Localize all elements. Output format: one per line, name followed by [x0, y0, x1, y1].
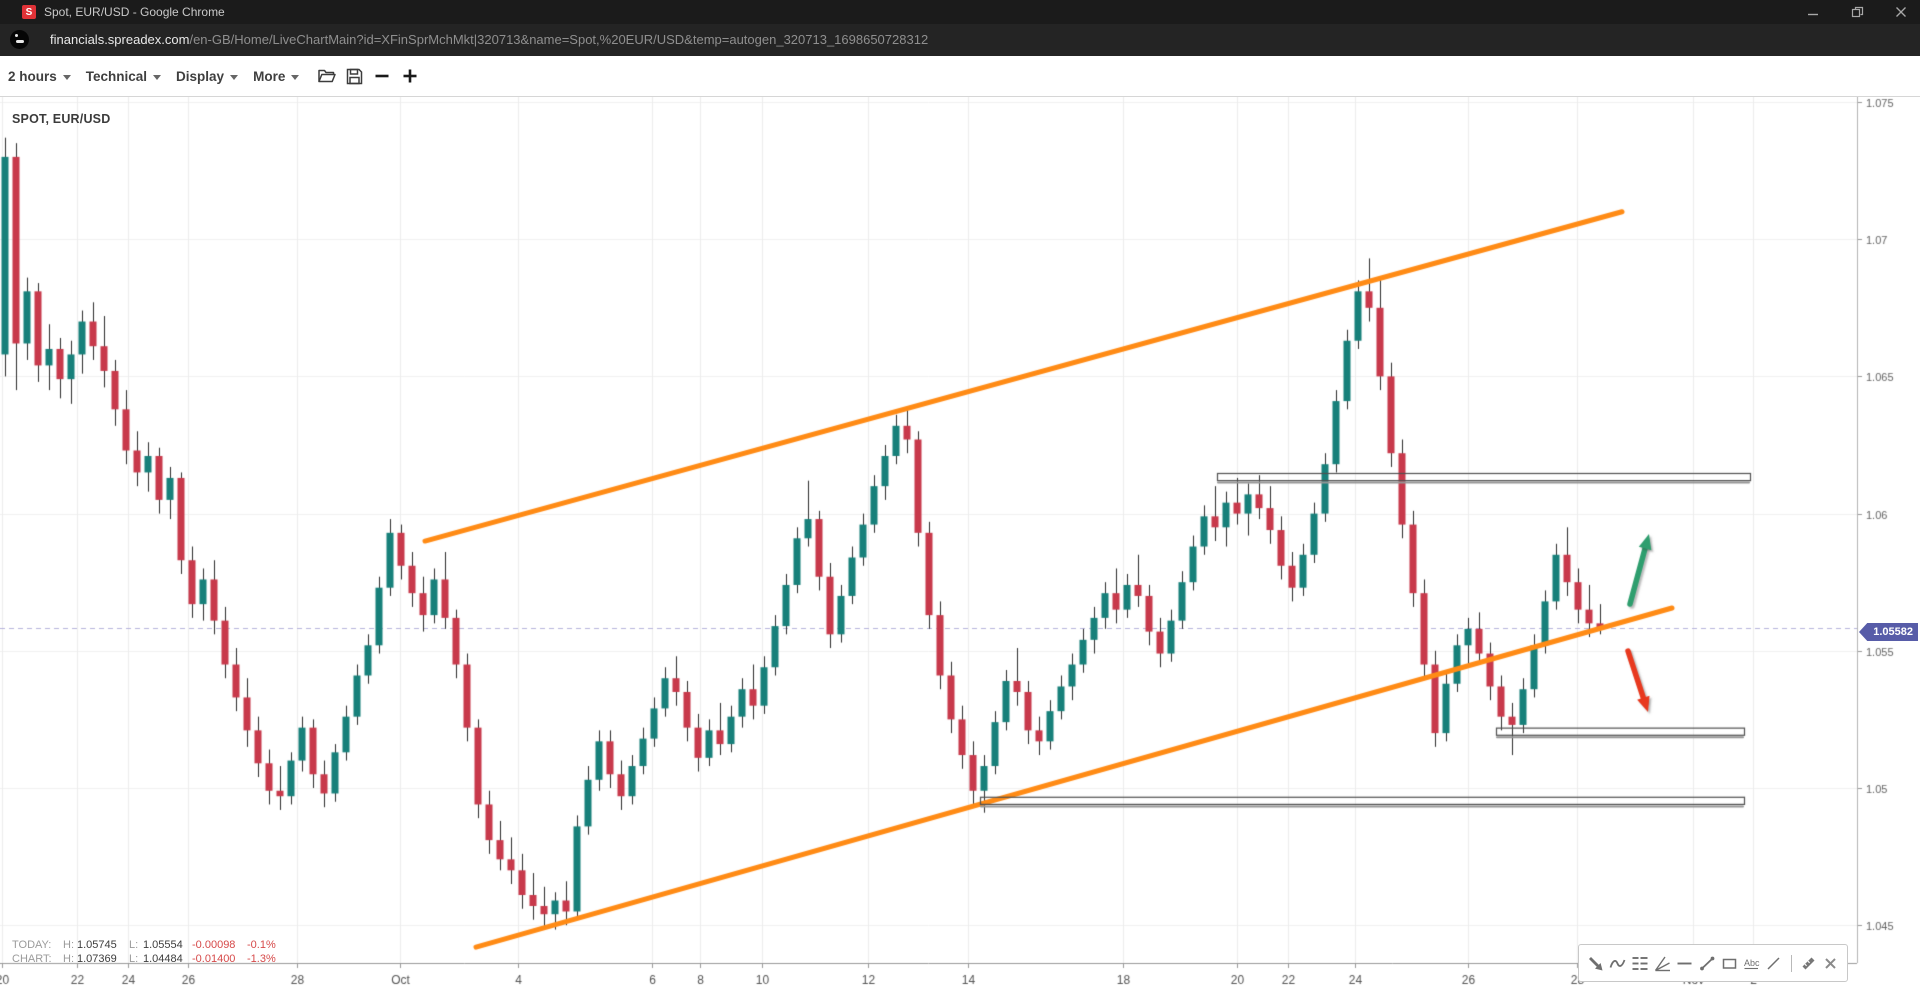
today-stats-row: TODAY: H: 1.05745 L: 1.05554 -0.00098 -0…: [0, 939, 320, 953]
current-price-badge: 1.05582: [1859, 623, 1918, 641]
symbol-label: SPOT, EUR/USD: [12, 112, 110, 126]
chart-high: 1.07369: [77, 953, 117, 965]
ruler-tool-button[interactable]: [1798, 951, 1817, 975]
curve-icon: [1609, 955, 1626, 972]
rectangle-icon: [1721, 955, 1738, 972]
minimize-button[interactable]: [1806, 5, 1820, 19]
today-label: TODAY:: [12, 939, 51, 951]
trend-line-icon: [1699, 955, 1716, 972]
diagonal-line-icon: [1765, 955, 1782, 972]
svg-text:Abc: Abc: [1744, 958, 1760, 968]
chart-stats-row: CHART: H: 1.07369 L: 1.04484 -0.01400 -1…: [0, 953, 320, 967]
url-domain: financials.spreadex.com: [50, 32, 189, 47]
interval-dropdown-label: 2 hours: [8, 69, 57, 84]
toolbar-separator: [1791, 955, 1792, 972]
fibonacci-tool-button[interactable]: [1631, 951, 1650, 975]
pointer-tool-button[interactable]: [1586, 951, 1605, 975]
display-dropdown[interactable]: Display: [176, 56, 238, 96]
window-title: Spot, EUR/USD - Google Chrome: [44, 5, 225, 19]
chart-change: -0.01400: [192, 953, 235, 965]
chart-toolbar: 2 hours Technical Display More: [0, 56, 1920, 97]
chart-low: 1.04484: [143, 953, 183, 965]
today-high: 1.05745: [77, 939, 117, 951]
url-path: /en-GB/Home/LiveChartMain?id=XFinSprMchM…: [189, 32, 928, 47]
ruler-icon: [1800, 955, 1817, 972]
display-dropdown-label: Display: [176, 69, 224, 84]
chart-label: CHART:: [12, 953, 52, 965]
chevron-down-icon: [230, 75, 238, 80]
app-icon: S: [22, 5, 36, 19]
chevron-down-icon: [63, 75, 71, 80]
curve-tool-button[interactable]: [1608, 951, 1627, 975]
fibonacci-grid-icon: [1631, 955, 1649, 972]
today-low: 1.05554: [143, 939, 183, 951]
diagonal-line-tool-button[interactable]: [1764, 951, 1783, 975]
open-folder-icon: [317, 68, 336, 85]
delete-drawing-button[interactable]: [1821, 951, 1840, 975]
text-icon: Abc: [1743, 955, 1761, 972]
close-icon: [1895, 6, 1907, 18]
chart-change-pct: -1.3%: [247, 953, 276, 965]
plus-icon: [402, 68, 418, 84]
today-change: -0.00098: [192, 939, 235, 951]
more-dropdown[interactable]: More: [253, 56, 299, 96]
trend-line-tool-button[interactable]: [1697, 951, 1716, 975]
pointer-icon: [1587, 955, 1604, 972]
horizontal-line-icon: [1676, 955, 1693, 972]
fan-lines-icon: [1654, 955, 1671, 972]
interval-dropdown[interactable]: 2 hours: [8, 56, 71, 96]
url-input[interactable]: financials.spreadex.com/en-GB/Home/LiveC…: [50, 32, 928, 47]
more-dropdown-label: More: [253, 69, 285, 84]
today-change-pct: -0.1%: [247, 939, 276, 951]
zoom-out-button[interactable]: [370, 62, 394, 90]
high-label: H:: [63, 953, 74, 965]
price-stats: TODAY: H: 1.05745 L: 1.05554 -0.00098 -0…: [0, 939, 320, 967]
chevron-down-icon: [153, 75, 161, 80]
window-titlebar: S Spot, EUR/USD - Google Chrome: [0, 0, 1920, 24]
restore-icon: [1851, 6, 1864, 19]
save-chart-button[interactable]: [342, 62, 366, 90]
address-bar: financials.spreadex.com/en-GB/Home/LiveC…: [0, 24, 1920, 56]
site-favicon-icon: [10, 30, 29, 49]
minimize-icon: [1807, 6, 1819, 18]
low-label: L:: [129, 953, 138, 965]
restore-button[interactable]: [1850, 5, 1864, 19]
technical-dropdown-label: Technical: [86, 69, 147, 84]
rectangle-tool-button[interactable]: [1720, 951, 1739, 975]
low-label: L:: [129, 939, 138, 951]
fan-lines-tool-button[interactable]: [1653, 951, 1672, 975]
zoom-in-button[interactable]: [398, 62, 422, 90]
open-chart-button[interactable]: [314, 62, 338, 90]
price-chart-canvas[interactable]: [0, 97, 1920, 1003]
close-x-ic0n: [1823, 956, 1838, 971]
close-button[interactable]: [1894, 5, 1908, 19]
high-label: H:: [63, 939, 74, 951]
text-tool-button[interactable]: Abc: [1742, 951, 1761, 975]
technical-dropdown[interactable]: Technical: [86, 56, 161, 96]
drawing-toolbar: Abc: [1578, 944, 1848, 982]
chevron-down-icon: [291, 75, 299, 80]
minus-icon: [374, 68, 390, 84]
save-icon: [346, 68, 363, 85]
horizontal-line-tool-button[interactable]: [1675, 951, 1694, 975]
